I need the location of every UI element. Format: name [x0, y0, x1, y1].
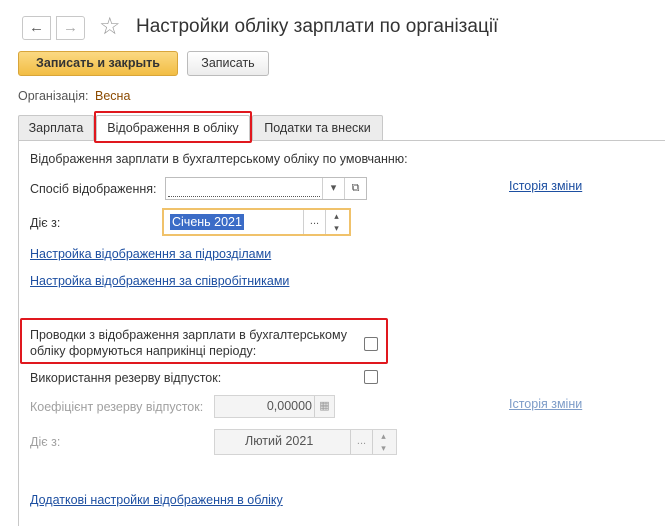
reserve-valid-from-input[interactable]: Лютий 2021	[245, 434, 313, 448]
save-button[interactable]: Записать	[187, 51, 269, 76]
spin-down-icon[interactable]: ▾	[325, 222, 347, 234]
reserve-valid-from-label: Діє з:	[30, 435, 61, 449]
organization-value[interactable]: Весна	[95, 89, 130, 103]
spin-up-icon[interactable]: ▴	[325, 210, 347, 222]
open-form-icon[interactable]: ⧉	[344, 178, 366, 199]
reserve-period-picker-icon[interactable]: ...	[350, 430, 372, 454]
display-method-field[interactable]: ▾ ⧉	[165, 177, 367, 200]
tab-salary[interactable]: Зарплата	[18, 115, 94, 141]
postings-at-period-end-checkbox[interactable]	[364, 337, 378, 351]
vacation-reserve-label: Використання резерву відпусток:	[30, 371, 222, 385]
tab-panel-border	[18, 140, 19, 526]
vacation-reserve-checkbox[interactable]	[364, 370, 378, 384]
display-method-input[interactable]	[168, 180, 320, 197]
period-picker-icon[interactable]: ...	[303, 210, 325, 234]
additional-settings-link[interactable]: Додаткові настройки відображення в облік…	[30, 493, 283, 507]
reserve-coefficient-label: Коефіцієнт резерву відпусток:	[30, 400, 204, 414]
reserve-history-link[interactable]: Історія зміни	[509, 397, 582, 411]
valid-from-field[interactable]: Січень 2021 ... ▴ ▾	[162, 208, 351, 236]
history-link[interactable]: Історія зміни	[509, 179, 582, 193]
display-method-label: Спосіб відображення:	[30, 182, 157, 196]
page-title: Настройки обліку зарплати по організації	[136, 16, 499, 37]
reserve-valid-from-field[interactable]: Лютий 2021 ... ▴ ▾	[214, 429, 397, 455]
calculator-icon[interactable]: ▦	[314, 396, 334, 417]
employees-settings-link[interactable]: Настройка відображення за співробітникам…	[30, 274, 289, 288]
valid-from-input[interactable]: Січень 2021	[170, 214, 244, 230]
tab-taxes-contributions[interactable]: Податки та внески	[252, 115, 383, 141]
section-heading: Відображення зарплати в бухгалтерському …	[30, 152, 408, 166]
reserve-coefficient-input[interactable]: 0,00000	[267, 399, 312, 413]
postings-label-line1: Проводки з відображення зарплати в бухга…	[30, 328, 347, 342]
reserve-coefficient-field[interactable]: 0,00000 ▦	[214, 395, 335, 418]
valid-from-label: Діє з:	[30, 216, 61, 230]
postings-label-line2: обліку формуються наприкінці періоду:	[30, 344, 257, 358]
reserve-spin-up-icon[interactable]: ▴	[372, 430, 394, 442]
save-and-close-button[interactable]: Записать и закрыть	[18, 51, 178, 76]
organization-label: Організація:	[18, 89, 89, 103]
subdivisions-settings-link[interactable]: Настройка відображення за підрозділами	[30, 247, 271, 261]
reserve-spin-down-icon[interactable]: ▾	[372, 442, 394, 454]
forward-button[interactable]: →	[56, 16, 85, 40]
back-button[interactable]: ←	[22, 16, 51, 40]
chevron-down-icon[interactable]: ▾	[322, 178, 344, 199]
arrow-right-icon: →	[63, 19, 78, 36]
arrow-left-icon: ←	[29, 19, 44, 36]
active-tab-highlight	[94, 111, 252, 143]
favorite-star-icon[interactable]: ☆	[99, 14, 121, 40]
